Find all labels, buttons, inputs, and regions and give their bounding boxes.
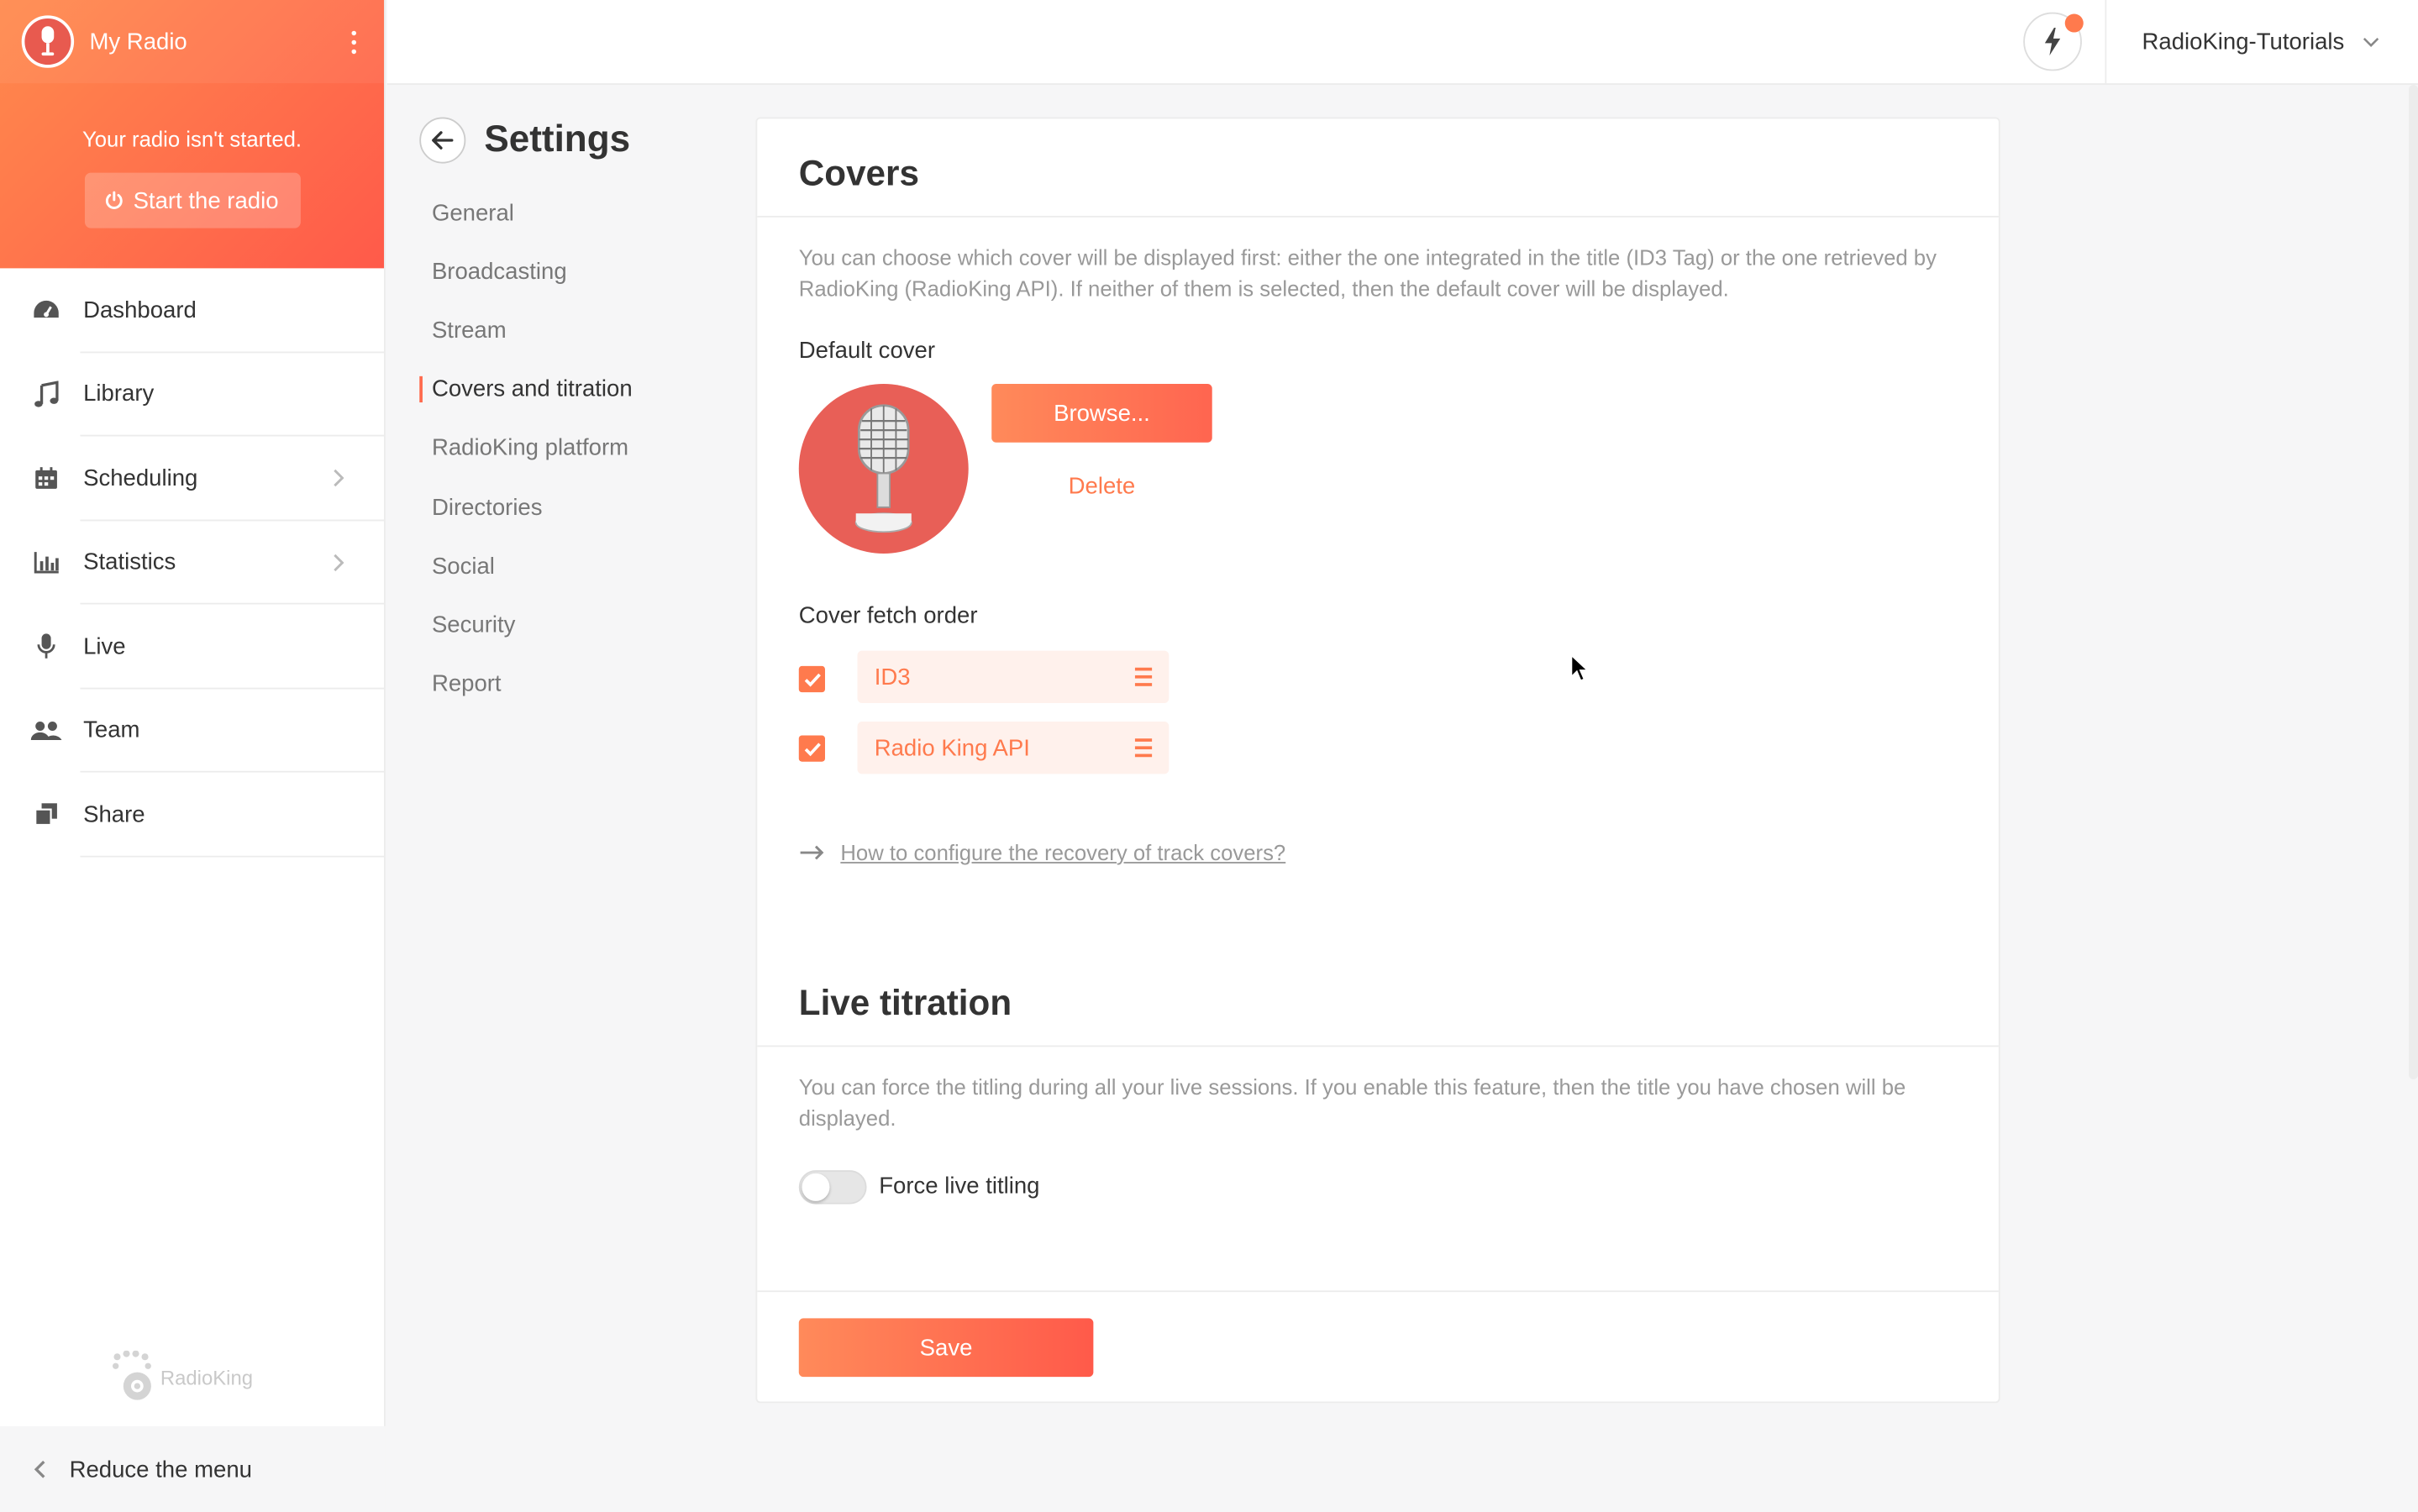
nav-item-team[interactable]: Team <box>0 689 385 773</box>
reduce-menu-label: Reduce the menu <box>69 1456 252 1483</box>
settings-nav-stream[interactable]: Stream <box>419 302 632 360</box>
settings-nav-security[interactable]: Security <box>419 596 632 654</box>
save-button[interactable]: Save <box>798 1318 1094 1378</box>
mouse-cursor-icon <box>1570 654 1590 682</box>
force-live-titling-label: Force live titling <box>879 1173 1040 1200</box>
settings-card: Covers You can choose which cover will b… <box>755 117 2000 1404</box>
topbar: RadioKing-Tutorials <box>386 0 2418 85</box>
notifications-button[interactable] <box>2023 12 2084 71</box>
power-icon <box>106 191 124 209</box>
share-icon <box>31 799 62 830</box>
dashboard-icon <box>31 295 62 326</box>
settings-nav-report[interactable]: Report <box>419 654 632 713</box>
start-radio-button[interactable]: Start the radio <box>84 172 301 228</box>
divider <box>757 1045 1999 1047</box>
help-link-track-covers[interactable]: How to configure the recovery of track c… <box>799 840 1286 865</box>
nav-item-live[interactable]: Live <box>0 605 385 689</box>
nav-label: Statistics <box>83 549 176 576</box>
live-titration-title: Live titration <box>798 982 1012 1022</box>
settings-nav: General Broadcasting Stream Covers and t… <box>419 183 633 713</box>
browse-button[interactable]: Browse... <box>991 384 1212 443</box>
lightning-icon <box>2044 28 2061 56</box>
id3-checkbox[interactable] <box>798 665 825 693</box>
chevron-down-icon <box>2363 37 2379 47</box>
fetch-order-label: ID3 <box>874 664 911 690</box>
bar-chart-icon <box>31 547 62 578</box>
main-nav: Dashboard Library Scheduling Statistics … <box>0 268 385 857</box>
fetch-order-item-id3[interactable]: ID3 <box>857 650 1170 703</box>
force-live-titling-toggle[interactable] <box>798 1170 867 1205</box>
default-cover-image <box>798 384 969 554</box>
radioking-logo: RadioKing <box>111 1350 254 1403</box>
settings-nav-radioking-platform[interactable]: RadioKing platform <box>419 419 632 478</box>
page-title: Settings <box>484 118 631 160</box>
team-icon <box>30 715 62 746</box>
checkmark-icon <box>803 672 820 686</box>
account-menu[interactable]: RadioKing-Tutorials <box>2142 0 2380 85</box>
arrow-right-icon <box>800 845 824 860</box>
fetch-order-label: Radio King API <box>874 734 1030 761</box>
nav-label: Dashboard <box>83 297 197 323</box>
radio-selector[interactable]: My Radio <box>0 0 385 84</box>
radioking-api-checkbox[interactable] <box>798 735 825 762</box>
nav-item-statistics[interactable]: Statistics <box>0 520 385 604</box>
nav-label: Live <box>83 633 126 660</box>
calendar-icon <box>31 463 62 494</box>
covers-title: Covers <box>798 152 919 193</box>
delete-cover-button[interactable]: Delete <box>991 473 1212 499</box>
divider <box>757 215 1999 218</box>
microphone-icon <box>31 631 62 662</box>
help-link-label: How to configure the recovery of track c… <box>840 840 1286 865</box>
nav-item-library[interactable]: Library <box>0 352 385 436</box>
start-radio-label: Start the radio <box>133 187 279 214</box>
nav-item-dashboard[interactable]: Dashboard <box>0 268 385 352</box>
vintage-microphone-icon <box>854 404 912 533</box>
settings-nav-directories[interactable]: Directories <box>419 478 632 537</box>
nav-label: Team <box>83 717 140 744</box>
nav-label: Scheduling <box>83 465 198 492</box>
music-note-icon <box>31 379 62 410</box>
live-titration-description: You can force the titling during all you… <box>798 1074 1906 1131</box>
radio-name: My Radio <box>89 28 187 55</box>
nav-label: Library <box>83 381 155 408</box>
brand-name: RadioKing <box>160 1365 254 1389</box>
chevron-right-icon <box>334 469 344 487</box>
nav-label: Share <box>83 801 145 828</box>
account-name: RadioKing-Tutorials <box>2142 29 2345 56</box>
drag-handle-icon[interactable] <box>1134 738 1153 758</box>
checkmark-icon <box>803 742 820 756</box>
settings-nav-general[interactable]: General <box>419 183 632 242</box>
arrow-left-icon <box>432 131 454 150</box>
nav-item-scheduling[interactable]: Scheduling <box>0 436 385 520</box>
page-scrollbar[interactable] <box>2409 84 2418 1079</box>
reduce-menu-button[interactable]: Reduce the menu <box>0 1425 386 1512</box>
settings-nav-covers-and-titration[interactable]: Covers and titration <box>419 360 633 419</box>
chevron-right-icon <box>334 553 344 571</box>
covers-description: You can choose which cover will be displ… <box>798 244 1937 301</box>
microphone-icon <box>41 26 55 56</box>
divider <box>757 1290 1999 1293</box>
toggle-knob <box>802 1173 830 1201</box>
radio-status: Your radio isn't started. <box>81 126 302 151</box>
chevron-left-icon <box>34 1460 45 1478</box>
divider <box>2105 0 2107 85</box>
settings-nav-social[interactable]: Social <box>419 537 632 596</box>
radioking-logo-icon <box>112 1350 151 1400</box>
drag-handle-icon[interactable] <box>1134 667 1153 686</box>
sidebar: My Radio Your radio isn't started. Start… <box>0 0 386 1512</box>
notification-badge <box>2064 13 2084 33</box>
back-button[interactable] <box>419 117 466 164</box>
nav-item-share[interactable]: Share <box>0 773 385 857</box>
settings-header: Settings <box>419 117 631 164</box>
more-options-icon[interactable] <box>344 29 362 54</box>
default-cover-label: Default cover <box>798 337 936 365</box>
cover-fetch-order-label: Cover fetch order <box>798 602 978 629</box>
fetch-order-item-radioking-api[interactable]: Radio King API <box>857 722 1170 774</box>
sidebar-header: My Radio Your radio isn't started. Start… <box>0 0 385 269</box>
radio-avatar <box>21 15 75 68</box>
settings-nav-broadcasting[interactable]: Broadcasting <box>419 243 632 302</box>
